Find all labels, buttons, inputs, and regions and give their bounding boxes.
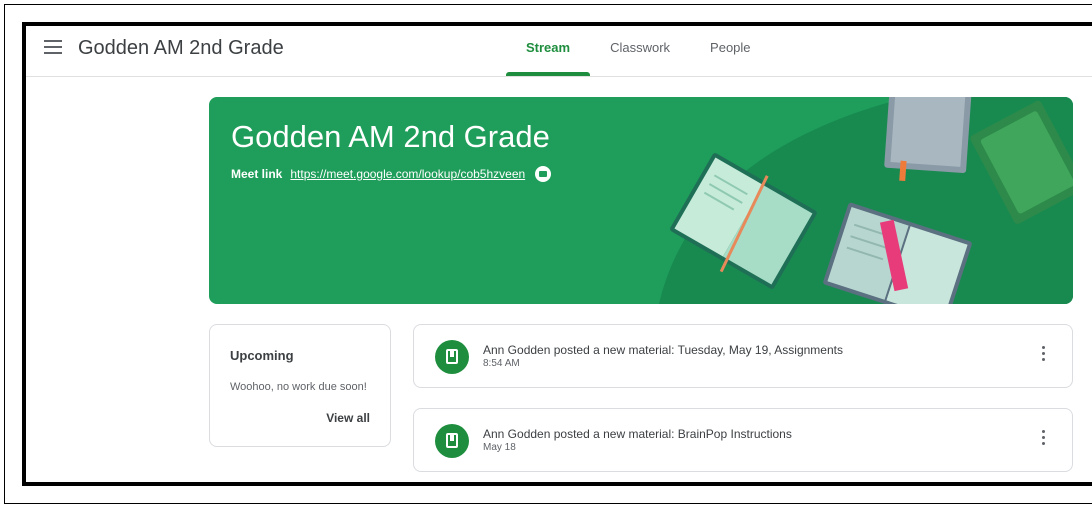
stream-post[interactable]: Ann Godden posted a new material: BrainP…	[413, 408, 1073, 472]
upcoming-message: Woohoo, no work due soon!	[230, 381, 367, 393]
post-title[interactable]: Ann Godden posted a new material: BrainP…	[483, 427, 792, 441]
tab-people[interactable]: People	[690, 26, 770, 76]
meet-link-label: Meet link	[231, 167, 283, 181]
post-time: 8:54 AM	[483, 358, 520, 369]
post-title[interactable]: Ann Godden posted a new material: Tuesda…	[483, 343, 843, 357]
meet-link-row: Meet link https://meet.google.com/lookup…	[231, 166, 552, 182]
classroom-window: Godden AM 2nd Grade Stream Classwork Peo…	[22, 22, 1092, 486]
top-app-bar: Godden AM 2nd Grade Stream Classwork Peo…	[26, 26, 1092, 77]
class-title: Godden AM 2nd Grade	[78, 37, 284, 59]
class-tabs: Stream Classwork People	[506, 26, 771, 76]
upcoming-card: Upcoming Woohoo, no work due soon! View …	[209, 324, 391, 447]
stream-post[interactable]: Ann Godden posted a new material: Tuesda…	[413, 324, 1073, 388]
post-time: May 18	[483, 442, 516, 453]
banner-class-title: Godden AM 2nd Grade	[231, 119, 550, 154]
class-banner: Godden AM 2nd Grade Meet link https://me…	[209, 97, 1073, 304]
meet-video-icon[interactable]	[535, 166, 552, 182]
tab-classwork[interactable]: Classwork	[590, 26, 690, 76]
upcoming-title: Upcoming	[230, 348, 294, 363]
material-book-icon	[435, 424, 469, 458]
view-all-link[interactable]: View all	[326, 411, 370, 425]
meet-link-url[interactable]: https://meet.google.com/lookup/cob5hzvee…	[290, 167, 525, 181]
more-options-icon[interactable]	[1042, 346, 1046, 366]
material-book-icon	[435, 340, 469, 374]
more-options-icon[interactable]	[1042, 430, 1046, 450]
tab-stream[interactable]: Stream	[506, 26, 591, 76]
hamburger-menu-icon[interactable]	[44, 40, 62, 54]
